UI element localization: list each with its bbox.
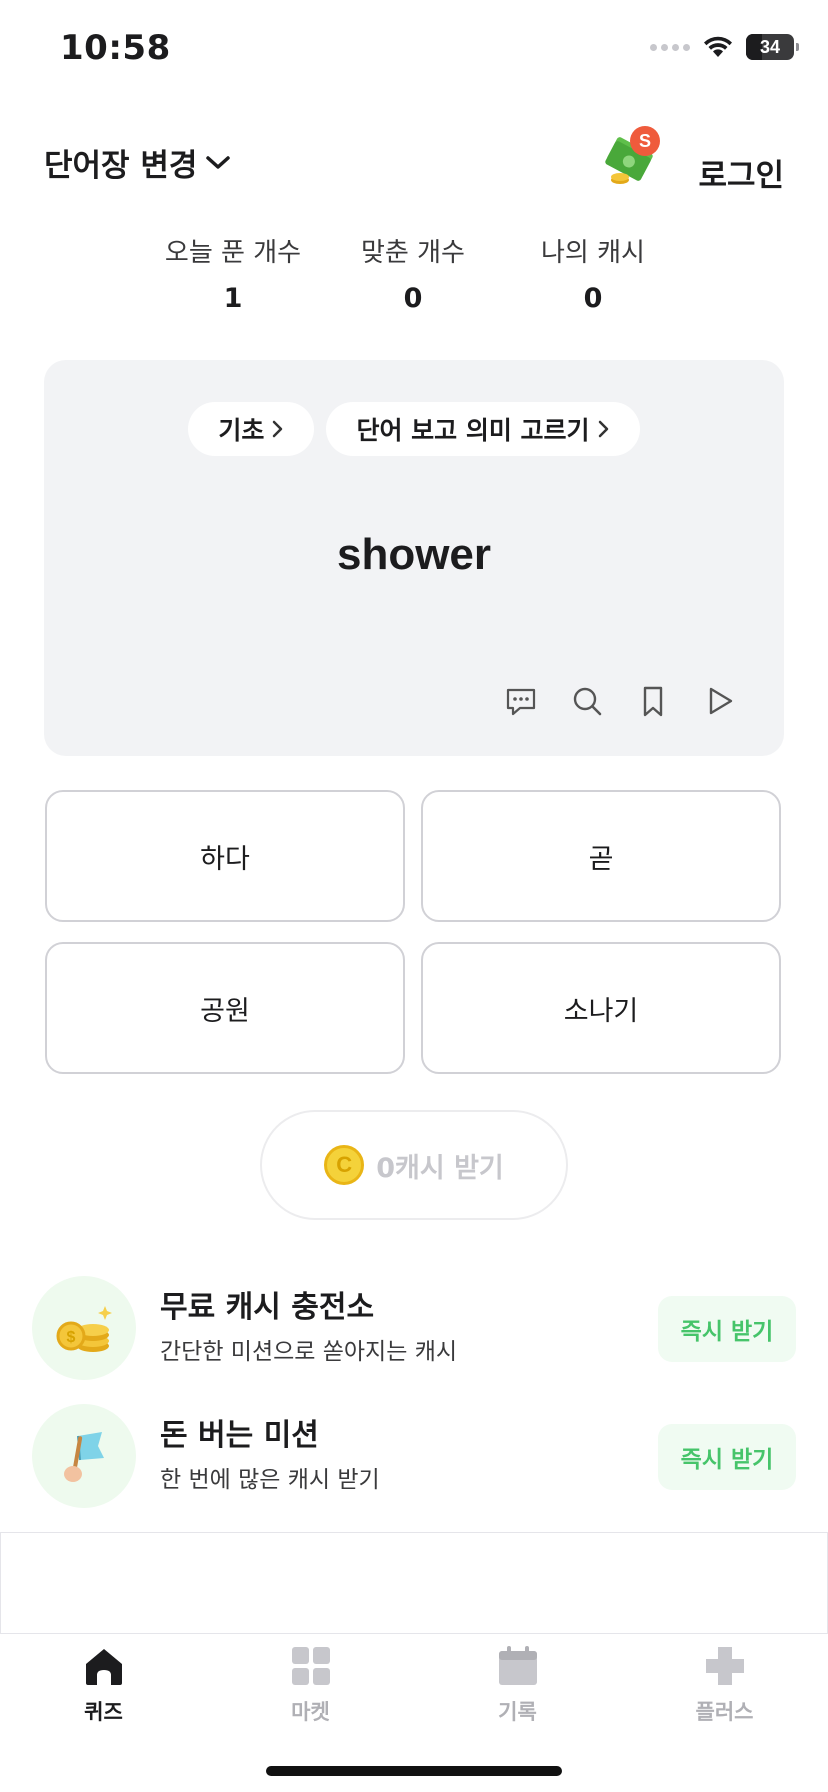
tab-label: 퀴즈	[84, 1700, 123, 1724]
level-chip-label: 기초	[218, 416, 265, 445]
mission-claim-button[interactable]: 즉시 받기	[658, 1296, 796, 1362]
grid-icon	[291, 1647, 330, 1685]
header: 단어장 변경 S 로그인	[44, 126, 784, 200]
status-icons: 34	[650, 34, 799, 60]
mission-claim-button[interactable]: 즉시 받기	[658, 1424, 796, 1490]
chevron-right-icon	[273, 420, 283, 438]
stat-label: 오늘 푼 개수	[164, 238, 302, 268]
calendar-icon	[498, 1646, 537, 1685]
battery-icon: 34	[746, 34, 799, 60]
tab-label: 기록	[498, 1700, 537, 1724]
wifi-icon	[704, 36, 732, 57]
quiz-card: 기초 단어 보고 의미 고르기 shower	[44, 360, 784, 756]
chevron-down-icon	[206, 155, 231, 169]
answer-option[interactable]: 공원	[45, 942, 405, 1074]
stat-value: 0	[403, 283, 423, 314]
claim-cash-button[interactable]: C 0캐시 받기	[260, 1110, 568, 1220]
tab-label: 플러스	[695, 1700, 754, 1724]
coins-icon: $	[32, 1276, 136, 1380]
status-bar: 10:58 34	[0, 0, 828, 100]
card-tools	[502, 682, 738, 720]
answer-option[interactable]: 소나기	[421, 942, 781, 1074]
stat-my-cash: 나의 캐시 0	[508, 232, 678, 314]
wordbook-change-label: 단어장 변경	[44, 148, 198, 184]
tab-bar: 퀴즈 마켓 기록 플러스	[0, 1634, 828, 1744]
plus-icon	[705, 1647, 744, 1685]
answer-option[interactable]: 하다	[45, 790, 405, 922]
tab-label: 마켓	[291, 1700, 330, 1724]
stat-solved-today: 오늘 푼 개수 1	[148, 232, 318, 314]
mission-title: 무료 캐시 충전소	[160, 1290, 375, 1325]
flag-icon	[32, 1404, 136, 1508]
coin-icon: C	[324, 1145, 365, 1185]
stat-value: 0	[583, 283, 603, 314]
comment-icon[interactable]	[502, 682, 540, 720]
mode-chip[interactable]: 단어 보고 의미 고르기	[326, 402, 640, 456]
home-icon	[85, 1649, 122, 1685]
chevron-right-icon	[598, 420, 608, 438]
search-icon[interactable]	[568, 682, 606, 720]
cellular-signal-icon	[650, 43, 690, 51]
tab-quiz[interactable]: 퀴즈	[0, 1634, 207, 1744]
ad-banner-area	[0, 1532, 828, 1634]
wordbook-change-button[interactable]: 단어장 변경	[44, 140, 231, 185]
battery-level: 34	[759, 36, 781, 57]
quiz-chips: 기초 단어 보고 의미 고르기	[44, 402, 784, 456]
mission-subtitle: 간단한 미션으로 쏟아지는 캐시	[160, 1339, 458, 1365]
answer-options: 하다 곧 공원 소나기	[45, 790, 783, 1074]
stat-label: 나의 캐시	[541, 238, 645, 268]
status-time: 10:58	[60, 28, 171, 68]
stat-correct: 맞춘 개수 0	[328, 232, 498, 314]
level-chip[interactable]: 기초	[188, 402, 315, 456]
tab-history[interactable]: 기록	[414, 1634, 621, 1744]
tab-market[interactable]: 마켓	[207, 1634, 414, 1744]
mode-chip-label: 단어 보고 의미 고르기	[356, 416, 590, 445]
stats-row: 오늘 푼 개수 1 맞춘 개수 0 나의 캐시 0	[148, 232, 678, 314]
play-icon[interactable]	[700, 682, 738, 720]
mission-title: 돈 버는 미션	[160, 1418, 319, 1453]
mission-free-cash[interactable]: $ 무료 캐시 충전소 간단한 미션으로 쏟아지는 캐시 즉시 받기	[32, 1276, 796, 1380]
quiz-word: shower	[336, 530, 492, 579]
stat-value: 1	[223, 283, 243, 314]
mission-earn-money[interactable]: 돈 버는 미션 한 번에 많은 캐시 받기 즉시 받기	[32, 1404, 796, 1508]
money-badge: S	[630, 126, 660, 156]
claim-cash-label: 0캐시 받기	[376, 1152, 504, 1184]
answer-option[interactable]: 곧	[421, 790, 781, 922]
login-button[interactable]: 로그인	[698, 150, 784, 195]
home-indicator	[266, 1766, 562, 1776]
stat-label: 맞춘 개수	[361, 238, 465, 268]
bookmark-icon[interactable]	[634, 682, 672, 720]
tab-plus[interactable]: 플러스	[621, 1634, 828, 1744]
mission-subtitle: 한 번에 많은 캐시 받기	[160, 1467, 380, 1493]
svg-text:$: $	[67, 1329, 76, 1346]
